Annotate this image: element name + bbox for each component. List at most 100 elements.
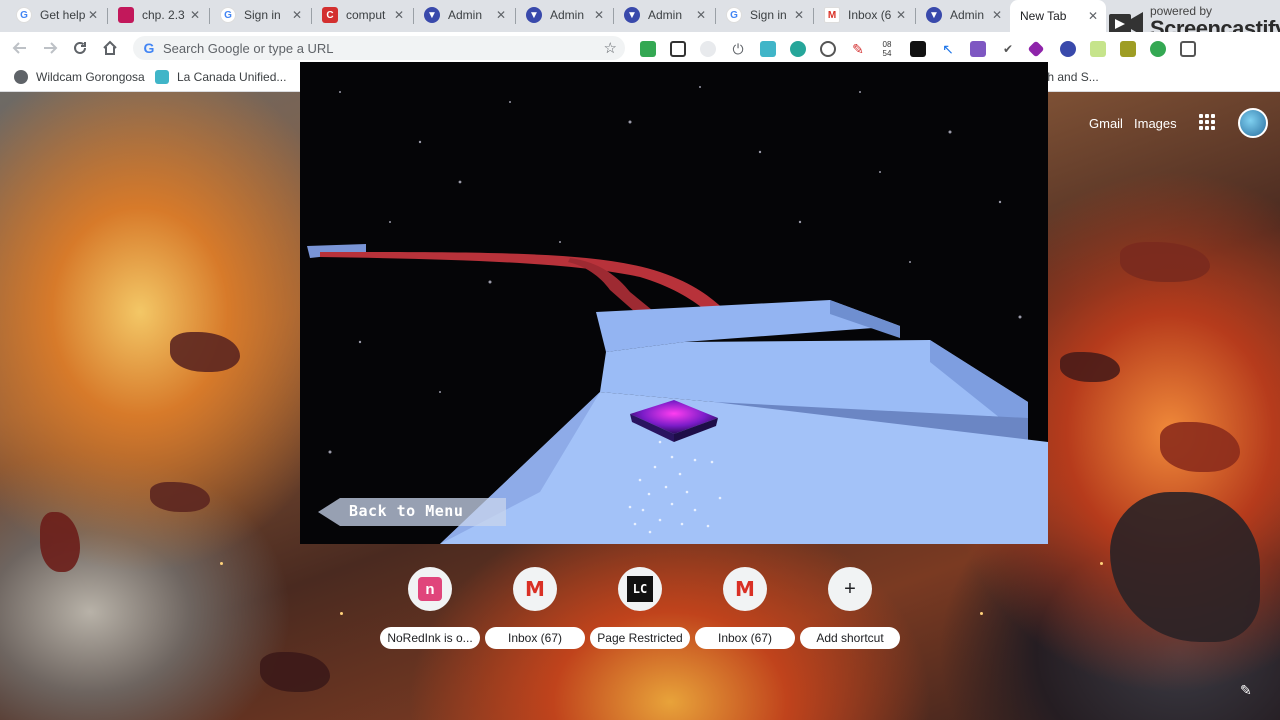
admin-icon: ▼ [424,7,440,23]
clock-minutes: 54 [882,49,892,58]
address-bar[interactable]: G Search Google or type a URL ☆ [133,36,625,60]
tab-title: New Tab [1020,9,1067,23]
avatar[interactable] [1238,108,1268,138]
diamond-icon[interactable] [1027,40,1045,58]
apps-grid-icon[interactable] [1199,114,1217,132]
shortcut-inbox[interactable]: M Inbox (67) [691,567,799,655]
extension-lime-icon[interactable] [1090,41,1106,57]
cursor-icon[interactable]: ↖ [940,41,956,57]
back-to-menu-label: Back to Menu [349,502,464,520]
bookmark-star-icon[interactable]: ☆ [604,39,617,57]
shield-icon[interactable] [790,41,806,57]
shortcut-inbox[interactable]: M Inbox (67) [481,567,589,655]
extension-blue-icon[interactable] [1060,41,1076,57]
tab-title: Sign in [244,8,281,22]
lc-icon: LC [627,576,653,602]
tab-chp[interactable]: chp. 2.3 ✕ [108,0,208,30]
calendar-icon[interactable] [1180,41,1196,57]
shortcut-label: Inbox (67) [485,627,585,649]
background-rock [1160,422,1240,472]
tab-title: Admin [648,8,683,22]
terminal-icon[interactable] [910,41,926,57]
qr-code-icon[interactable] [670,41,686,57]
close-icon[interactable]: ✕ [792,8,806,22]
back-to-menu-button[interactable]: Back to Menu [318,498,506,526]
shortcut-page-restricted[interactable]: LC Page Restricted [586,567,694,655]
gmail-icon: M [824,7,840,23]
home-button[interactable] [100,38,120,58]
tab-title: Admin [950,8,985,22]
add-shortcut-button[interactable]: + Add shortcut [796,567,904,655]
shortcut-label: NoRedInk is o... [380,627,480,649]
power-icon[interactable]: ⏻ [730,41,746,57]
tab-admin[interactable]: ▼ Admin ✕ [414,0,514,30]
customize-pencil-icon[interactable]: ✎ [1240,682,1252,699]
close-icon[interactable]: ✕ [894,8,908,22]
check-icon[interactable]: ✔ [1000,41,1016,57]
bookmark-wildcam[interactable]: Wildcam Gorongosa [14,70,145,84]
tab-title: comput [346,8,386,22]
arrow-left-icon [12,42,26,54]
noredink-icon: n [418,577,442,601]
back-button[interactable] [10,38,30,58]
shortcut-label: Add shortcut [800,627,900,649]
background-rock [150,482,210,512]
reload-button[interactable] [70,38,90,58]
shortcut-noredink[interactable]: n NoRedInk is o... [376,567,484,655]
tab-title: chp. 2.3 [142,8,185,22]
shortcut-circle: M [723,567,767,611]
classroom-icon [118,7,134,23]
bookmark-label: La Canada Unified... [177,70,287,84]
background-rock [260,652,330,692]
bookmark-truncated[interactable]: th and S... [1044,70,1099,84]
close-icon[interactable]: ✕ [1086,9,1100,23]
tab-title: Admin [550,8,585,22]
images-link[interactable]: Images [1134,116,1177,131]
game-scene [307,86,1048,544]
home-icon [103,40,117,55]
close-icon[interactable]: ✕ [188,8,202,22]
tab-comput[interactable]: C comput ✕ [312,0,412,30]
tab-inbox[interactable]: M Inbox (6 ✕ [814,0,914,30]
gmail-icon: M [525,577,545,601]
address-placeholder: Search Google or type a URL [163,41,334,56]
forward-button[interactable] [40,38,60,58]
close-icon[interactable]: ✕ [494,8,508,22]
tab-admin[interactable]: ▼ Admin ✕ [614,0,714,30]
extension-green-icon[interactable] [640,41,656,57]
tab-admin[interactable]: ▼ Admin ✕ [916,0,1010,30]
tab-title: Sign in [750,8,787,22]
extension-olive-icon[interactable] [1120,41,1136,57]
tab-title: Inbox (6 [848,8,892,22]
clock-icon[interactable]: 08 54 [877,38,897,60]
extension-round-green-icon[interactable] [1150,41,1166,57]
background-rock [1110,492,1260,642]
c-icon: C [322,7,338,23]
plus-icon: + [844,577,856,600]
close-icon[interactable]: ✕ [392,8,406,22]
close-icon[interactable]: ✕ [86,8,100,22]
cloud-icon[interactable] [760,41,776,57]
admin-icon: ▼ [624,7,640,23]
game-viewport[interactable]: Back to Menu [300,62,1048,544]
gmail-icon: M [735,577,755,601]
extension-shield-icon[interactable] [820,41,836,57]
school-icon [155,70,169,84]
close-icon[interactable]: ✕ [990,8,1004,22]
google-icon: G [220,7,236,23]
bookmark-la-canada[interactable]: La Canada Unified... [155,70,286,84]
tab-get-help[interactable]: G Get help ✕ [6,0,106,30]
gmail-link[interactable]: Gmail [1089,116,1123,131]
pen-icon[interactable]: ✎ [850,41,866,57]
ember [980,612,983,615]
close-icon[interactable]: ✕ [694,8,708,22]
extension-gray-icon[interactable] [700,41,716,57]
extension-purple-icon[interactable] [970,41,986,57]
tab-sign-in[interactable]: G Sign in ✕ [716,0,812,30]
background-rock [40,512,80,572]
tab-sign-in[interactable]: G Sign in ✕ [210,0,310,30]
tab-new-tab[interactable]: New Tab ✕ [1010,0,1106,32]
close-icon[interactable]: ✕ [592,8,606,22]
close-icon[interactable]: ✕ [290,8,304,22]
tab-admin[interactable]: ▼ Admin ✕ [516,0,612,30]
